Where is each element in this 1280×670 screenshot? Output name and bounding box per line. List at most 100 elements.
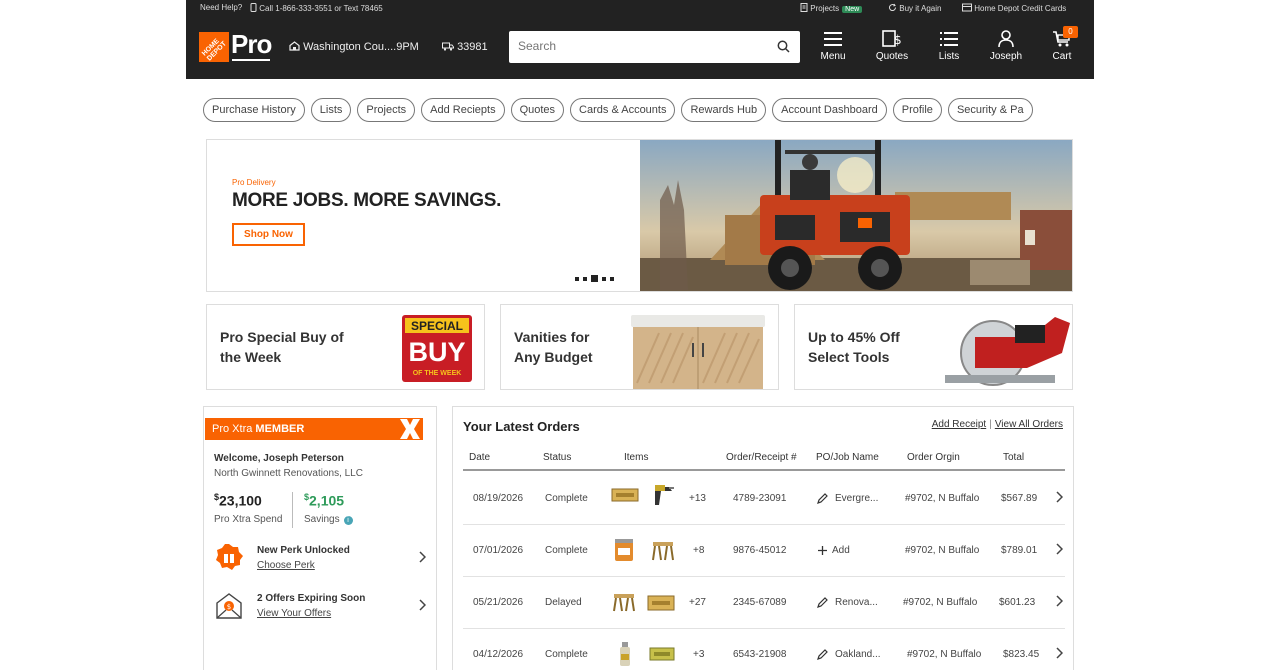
chip-projects[interactable]: Projects <box>357 98 416 122</box>
choose-perk-link[interactable]: Choose Perk <box>257 560 315 571</box>
pro-xtra-member-card: Pro Xtra MEMBER Welcome, Joseph Peterson… <box>203 406 437 670</box>
order-date: 07/01/2026 <box>473 545 524 556</box>
shop-now-button[interactable]: Shop Now <box>232 223 305 246</box>
chip-account-dashboard[interactable]: Account Dashboard <box>772 98 887 122</box>
chip-lists[interactable]: Lists <box>310 98 352 122</box>
account-nav-chips: Purchase History Lists Projects Add Reciept… <box>203 98 1039 122</box>
new-perk-title: New Perk Unlocked <box>257 545 350 556</box>
chevron-right-icon <box>1056 543 1063 555</box>
carousel-dots <box>575 270 618 288</box>
delivery-zip[interactable]: 33981 <box>442 41 488 53</box>
promo-tools[interactable]: Up to 45% Off Select Tools <box>794 304 1073 390</box>
phone-text: Call 1-866-333-3551 or Text 78465 <box>259 4 383 13</box>
buy-again-link[interactable]: Buy it Again <box>888 3 941 13</box>
carousel-dot[interactable] <box>602 276 606 281</box>
item-thumb-sawhorse <box>652 542 674 561</box>
zip-label: 33981 <box>457 41 488 53</box>
pencil-icon[interactable] <box>817 649 828 660</box>
chip-rewards-hub[interactable]: Rewards Hub <box>681 98 767 122</box>
svg-text:$: $ <box>894 33 902 47</box>
info-icon[interactable]: i <box>343 516 353 525</box>
menu-button[interactable]: Menu <box>811 30 855 62</box>
buy-again-label: Buy it Again <box>899 4 942 13</box>
search-icon[interactable] <box>777 40 790 53</box>
quotes-button[interactable]: $ Quotes <box>870 30 914 62</box>
order-row[interactable]: 07/01/2026 Complete +8 9876-45012 Add #9… <box>463 525 1065 577</box>
order-origin: #9702, N Buffalo <box>905 545 980 556</box>
promo-special-line1: Pro Special Buy of <box>220 329 344 345</box>
chip-quotes[interactable]: Quotes <box>510 98 565 122</box>
help-text: Need Help? <box>200 3 243 12</box>
app-viewport: Need Help? Call 1-866-333-3551 or Text 7… <box>186 0 1094 670</box>
search-input[interactable] <box>509 31 759 61</box>
item-thumb-bottle <box>620 642 630 666</box>
new-perk-row[interactable]: New Perk Unlocked Choose Perk <box>214 543 426 577</box>
promo-tools-line1: Up to 45% Off <box>808 329 900 345</box>
credit-cards-link[interactable]: Home Depot Credit Cards <box>962 3 1066 13</box>
order-number: 2345-67089 <box>733 597 787 608</box>
chip-cards-accounts[interactable]: Cards & Accounts <box>570 98 676 122</box>
badge-buy-text: BUY <box>408 337 465 367</box>
account-label: Joseph <box>989 51 1023 62</box>
po-job-add[interactable]: Add <box>832 545 850 556</box>
menu-label: Menu <box>820 51 846 62</box>
order-status: Complete <box>545 545 588 556</box>
promo-vanities[interactable]: Vanities for Any Budget <box>500 304 779 390</box>
col-status: Status <box>543 452 572 463</box>
account-button[interactable]: Joseph <box>984 30 1028 62</box>
col-total: Total <box>1003 452 1025 463</box>
logo-underline <box>232 59 270 61</box>
order-origin: #9702, N Buffalo <box>905 493 980 504</box>
add-receipt-link[interactable]: Add Receipt <box>932 419 986 430</box>
chevron-right-icon <box>1056 491 1063 503</box>
pencil-icon[interactable] <box>817 597 828 608</box>
refresh-icon <box>889 3 897 11</box>
promo-special-buy[interactable]: Pro Special Buy of the Week SPECIAL BUY O… <box>206 304 485 390</box>
order-number: 9876-45012 <box>733 545 787 556</box>
item-thumb-paint-bucket <box>615 539 633 561</box>
savings-value: $2,105 <box>304 492 344 509</box>
hero-banner[interactable]: Pro Delivery MORE JOBS. MORE SAVINGS. Sh… <box>206 139 1073 292</box>
orders-table-header: Date Status Items Order/Receipt # PO/Job… <box>463 447 1065 471</box>
order-status: Delayed <box>545 597 582 608</box>
cart-button[interactable]: Cart 0 <box>1040 26 1084 62</box>
item-thumb-lumber <box>649 647 675 661</box>
forklift-jobsite-image <box>640 140 1072 291</box>
order-row[interactable]: 04/12/2026 Complete +3 6543-21908 Oaklan… <box>463 629 1065 670</box>
po-job-name: Evergre... <box>835 493 879 504</box>
pencil-icon[interactable] <box>817 493 828 504</box>
order-row[interactable]: 05/21/2026 Delayed +27 2345-67089 Renova… <box>463 577 1065 629</box>
chip-purchase-history[interactable]: Purchase History <box>203 98 305 122</box>
col-items: Items <box>624 452 649 463</box>
more-items-count: +3 <box>693 649 705 660</box>
phone-link[interactable]: Call 1-866-333-3551 or Text 78465 <box>250 3 383 13</box>
promo-tools-line2: Select Tools <box>808 349 890 365</box>
home-depot-pro-logo[interactable]: HOME DEPOT Pro <box>199 29 272 63</box>
quotes-label: Quotes <box>875 51 909 62</box>
view-all-orders-link[interactable]: View All Orders <box>995 419 1063 430</box>
chip-profile[interactable]: Profile <box>892 98 942 122</box>
projects-link[interactable]: Projects New <box>800 3 863 13</box>
store-icon <box>289 41 300 51</box>
list-icon <box>940 32 958 46</box>
chip-security[interactable]: Security & Pa <box>947 98 1033 122</box>
carousel-dot[interactable] <box>575 276 579 281</box>
order-row[interactable]: 08/19/2026 Complete +13 4789-23091 Everg… <box>463 473 1065 525</box>
stats-divider <box>292 492 293 528</box>
chip-add-receipts[interactable]: Add Reciepts <box>421 98 505 122</box>
offers-expiring-row[interactable]: $ 2 Offers Expiring Soon View Your Offer… <box>214 591 426 625</box>
order-status: Complete <box>545 649 588 660</box>
banner-bold: MEMBER <box>255 423 305 435</box>
offers-title: 2 Offers Expiring Soon <box>257 593 366 604</box>
lists-button[interactable]: Lists <box>927 30 971 62</box>
carousel-dot-active[interactable] <box>591 275 598 283</box>
carousel-dot[interactable] <box>583 276 587 281</box>
pro-xtra-x-icon <box>400 419 420 439</box>
carousel-dot[interactable] <box>610 276 614 281</box>
item-thumb-lumber <box>647 595 675 611</box>
view-offers-link[interactable]: View Your Offers <box>257 608 331 619</box>
user-icon <box>998 30 1014 48</box>
pro-xtra-banner: Pro Xtra MEMBER <box>205 418 423 440</box>
store-selector[interactable]: Washington Cou....9PM <box>289 41 419 53</box>
plus-icon[interactable] <box>817 545 828 556</box>
